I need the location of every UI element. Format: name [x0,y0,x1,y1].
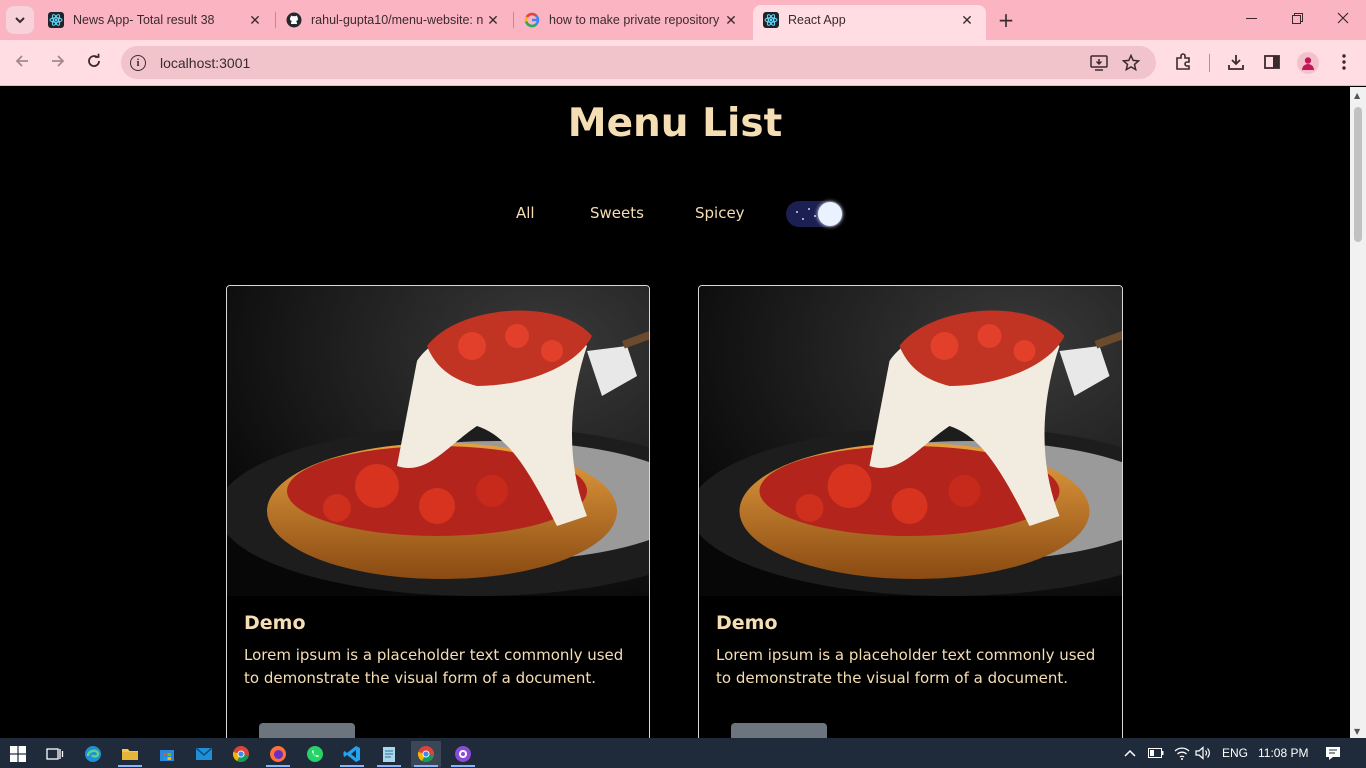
menu-card: Demo Lorem ipsum is a placeholder text c… [698,285,1123,738]
close-icon [1337,12,1349,28]
tab-bar: News App- Total result 38 ✕ rahul-gupta1… [0,0,1366,40]
card-title: Demo [716,612,778,634]
scroll-thumb[interactable] [1354,107,1362,242]
tab-news-app[interactable]: News App- Total result 38 ✕ [38,5,274,35]
tab-label: React App [788,13,846,27]
star-dot [796,211,798,213]
more-menu-icon[interactable] [1332,50,1356,74]
chevron-up-icon [1124,746,1136,760]
bookmark-star-icon[interactable] [1121,53,1141,73]
moon-icon [818,202,842,226]
windows-start-button[interactable] [3,741,33,767]
whatsapp-icon[interactable] [300,741,330,767]
close-window-button[interactable] [1320,0,1366,40]
windows-taskbar: ENG 11:08 PM [0,738,1366,768]
file-explorer-icon[interactable] [115,741,145,767]
filter-sweets-button[interactable]: Sweets [590,204,644,222]
page-title: Menu List [567,101,783,146]
star-dot [814,215,816,217]
info-icon[interactable]: i [130,54,146,71]
pizza-image [699,286,1122,596]
arrow-right-icon [50,53,66,74]
scroll-down-arrow-icon[interactable]: ▼ [1354,727,1360,736]
chrome-icon[interactable] [226,741,256,767]
arrow-left-icon [14,53,30,74]
back-button[interactable] [7,48,37,78]
restore-icon [1291,12,1303,28]
edge-browser-icon[interactable] [78,741,108,767]
tab-label: News App- Total result 38 [73,13,215,27]
card-description: Lorem ipsum is a placeholder text common… [244,646,624,687]
microsoft-store-icon[interactable] [152,741,182,767]
address-bar[interactable]: i localhost:3001 [121,46,1156,79]
firefox-icon[interactable] [263,741,293,767]
google-icon [524,12,540,28]
star-dot [808,208,810,210]
forward-button[interactable] [43,48,73,78]
notepad-icon[interactable] [374,741,404,767]
github-icon [286,12,302,28]
mail-icon[interactable] [189,741,219,767]
page-scrollbar[interactable]: ▲ ▼ [1350,87,1366,738]
wifi-icon[interactable] [1174,738,1190,768]
chevron-down-icon [14,11,26,30]
react-icon [48,12,64,28]
close-icon[interactable]: ✕ [958,11,976,29]
new-tab-button[interactable]: + [994,8,1018,32]
reload-icon [86,53,102,74]
close-icon[interactable]: ✕ [484,11,502,29]
reload-button[interactable] [79,48,109,78]
github-desktop-icon[interactable] [448,741,478,767]
browser-toolbar: i localhost:3001 [0,40,1366,86]
close-icon[interactable]: ✕ [722,11,740,29]
pizza-image [227,286,649,596]
battery-icon[interactable] [1148,738,1164,768]
show-hidden-icons-button[interactable] [1124,738,1136,768]
card-title: Demo [244,612,306,634]
side-panel-icon[interactable] [1260,50,1284,74]
toolbar-divider [1209,54,1210,72]
tab-react-app[interactable]: React App ✕ [753,5,986,40]
tab-google-search[interactable]: how to make private repository ✕ [514,5,750,35]
task-view-icon[interactable] [40,741,70,767]
minimize-button[interactable] [1228,0,1274,40]
volume-icon[interactable] [1195,738,1211,768]
filter-bar: All Sweets Spicey [0,204,1350,230]
vscode-icon[interactable] [337,741,367,767]
tab-search-button[interactable] [6,6,34,34]
tab-github[interactable]: rahul-gupta10/menu-website: n ✕ [276,5,512,35]
input-language[interactable]: ENG [1222,738,1248,768]
star-dot [802,218,804,220]
order-button[interactable]: Order $ 10 [259,723,355,738]
chrome-icon[interactable] [411,741,441,767]
page-viewport: Menu List All Sweets Spicey Demo Lorem i… [0,87,1350,738]
profile-avatar[interactable] [1297,52,1319,74]
dark-mode-toggle[interactable] [786,201,843,227]
restore-button[interactable] [1274,0,1320,40]
order-button[interactable]: Order $ 30 [731,723,827,738]
card-description: Lorem ipsum is a placeholder text common… [716,646,1096,687]
notifications-icon[interactable] [1325,738,1341,768]
filter-spicey-button[interactable]: Spicey [695,204,745,222]
tab-label: rahul-gupta10/menu-website: n [311,13,484,27]
menu-card: Demo Lorem ipsum is a placeholder text c… [226,285,650,738]
download-icon[interactable] [1224,50,1248,74]
clock[interactable]: 11:08 PM [1258,738,1308,768]
tab-label: how to make private repository [549,13,720,27]
extensions-icon[interactable] [1171,50,1195,74]
scroll-up-arrow-icon[interactable]: ▲ [1354,91,1360,100]
react-icon [763,12,779,28]
install-app-icon[interactable] [1089,53,1109,73]
minimize-icon [1245,12,1257,28]
close-icon[interactable]: ✕ [246,11,264,29]
filter-all-button[interactable]: All [516,204,535,222]
plus-icon: + [997,8,1015,32]
url-text: localhost:3001 [160,54,251,71]
